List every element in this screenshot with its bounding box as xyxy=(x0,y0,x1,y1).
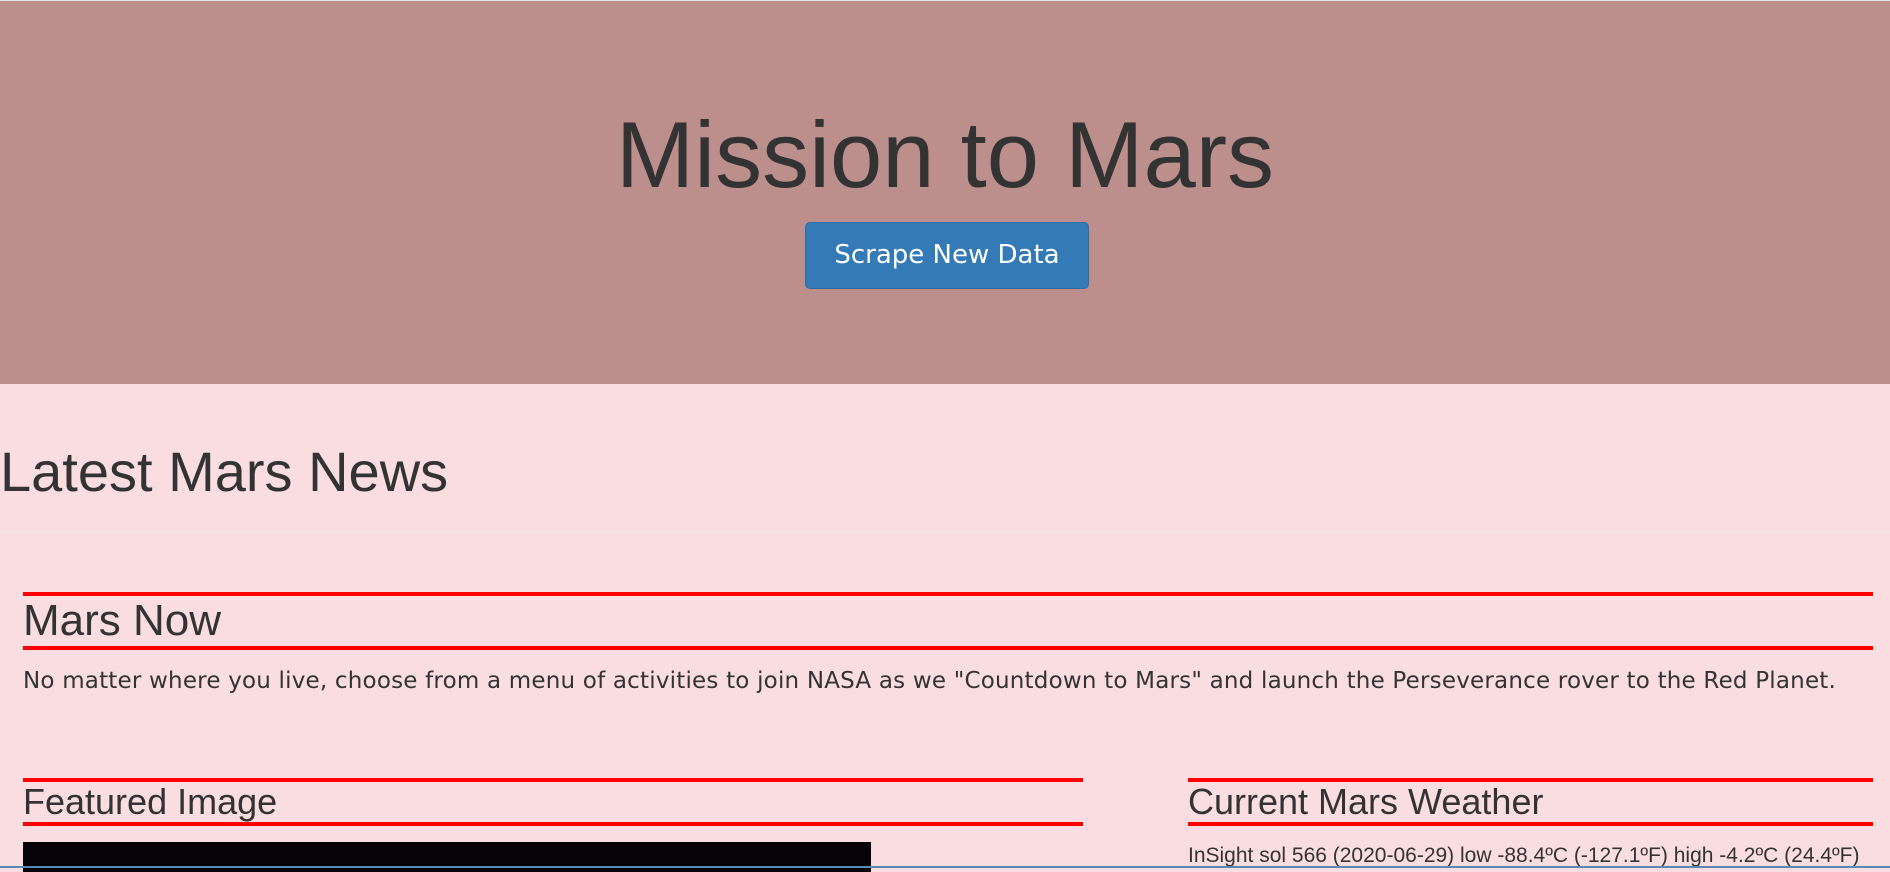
header-jumbotron: Mission to Mars Scrape New Data xyxy=(0,0,1890,384)
news-divider xyxy=(0,531,1890,532)
latest-news-heading: Latest Mars News xyxy=(0,440,449,503)
featured-image-bottom-rule xyxy=(23,822,1083,826)
news-paragraph: No matter where you live, choose from a … xyxy=(23,668,1837,694)
scrape-new-data-button[interactable]: Scrape New Data xyxy=(805,222,1089,289)
featured-image-heading: Featured Image xyxy=(23,781,278,822)
news-title-top-rule xyxy=(23,592,1873,596)
news-title: Mars Now xyxy=(23,596,222,645)
site-title: Mission to Mars xyxy=(615,102,1275,207)
weather-heading: Current Mars Weather xyxy=(1188,781,1544,822)
news-title-bottom-rule xyxy=(23,646,1873,650)
weather-bottom-rule xyxy=(1188,822,1873,826)
